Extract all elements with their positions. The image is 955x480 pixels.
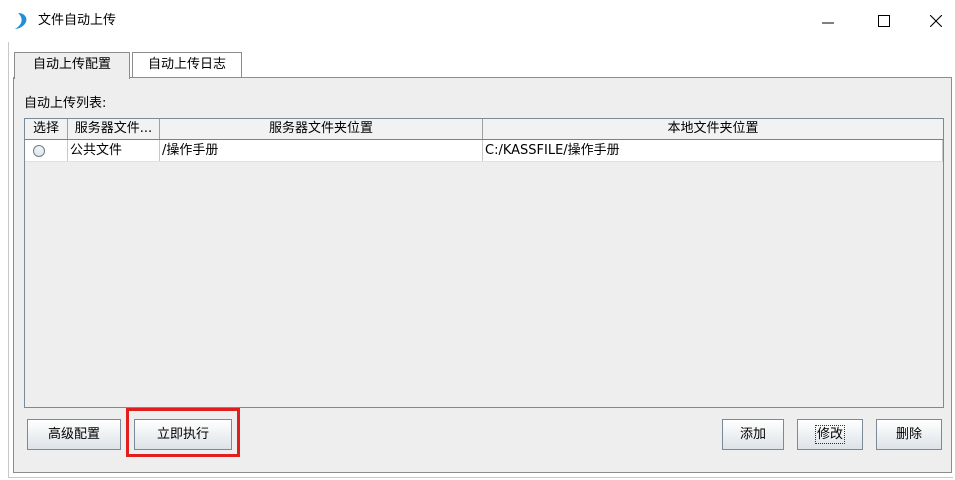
- app-swirl-icon: [14, 12, 30, 30]
- close-button[interactable]: [914, 4, 955, 38]
- minimize-button[interactable]: [806, 4, 850, 38]
- column-header-server-folder[interactable]: 服务器文件夹位置: [160, 119, 483, 139]
- advanced-config-button[interactable]: 高级配置: [27, 419, 121, 450]
- delete-button[interactable]: 删除: [876, 419, 942, 450]
- title-bar[interactable]: 文件自动上传: [0, 0, 955, 42]
- edit-button[interactable]: 修改: [797, 419, 863, 450]
- table-header: 选择 服务器文件... 服务器文件夹位置 本地文件夹位置: [25, 119, 943, 140]
- add-button[interactable]: 添加: [722, 419, 784, 450]
- window-title: 文件自动上传: [38, 13, 117, 28]
- maximize-button[interactable]: [862, 4, 906, 38]
- column-header-local-folder[interactable]: 本地文件夹位置: [483, 119, 943, 139]
- server-file-cell: 公共文件: [68, 140, 160, 161]
- table-row[interactable]: 公共文件 /操作手册 C:/KASSFILE/操作手册: [25, 140, 943, 162]
- maximize-icon: [878, 15, 890, 27]
- app-window: 文件自动上传 自动上传配置 自动上传日志 自动上传列表: 选择 服务器文件...…: [0, 0, 955, 480]
- window-frame: [8, 477, 953, 478]
- select-cell[interactable]: [25, 140, 68, 161]
- upload-table: 选择 服务器文件... 服务器文件夹位置 本地文件夹位置 公共文件 /操作手册 …: [24, 118, 944, 408]
- upload-list-label: 自动上传列表:: [24, 96, 107, 111]
- column-header-select[interactable]: 选择: [25, 119, 68, 139]
- column-header-server-file[interactable]: 服务器文件...: [68, 119, 160, 139]
- local-folder-cell: C:/KASSFILE/操作手册: [483, 140, 943, 161]
- edit-button-label: 修改: [814, 425, 845, 444]
- window-frame: [8, 42, 9, 478]
- tab-auto-upload-log[interactable]: 自动上传日志: [132, 52, 242, 77]
- row-select-radio[interactable]: [33, 144, 45, 157]
- minimize-icon: [822, 22, 834, 24]
- tab-auto-upload-config[interactable]: 自动上传配置: [14, 52, 130, 79]
- server-folder-cell: /操作手册: [160, 140, 483, 161]
- highlight-box: [126, 408, 240, 457]
- close-icon: [930, 15, 942, 27]
